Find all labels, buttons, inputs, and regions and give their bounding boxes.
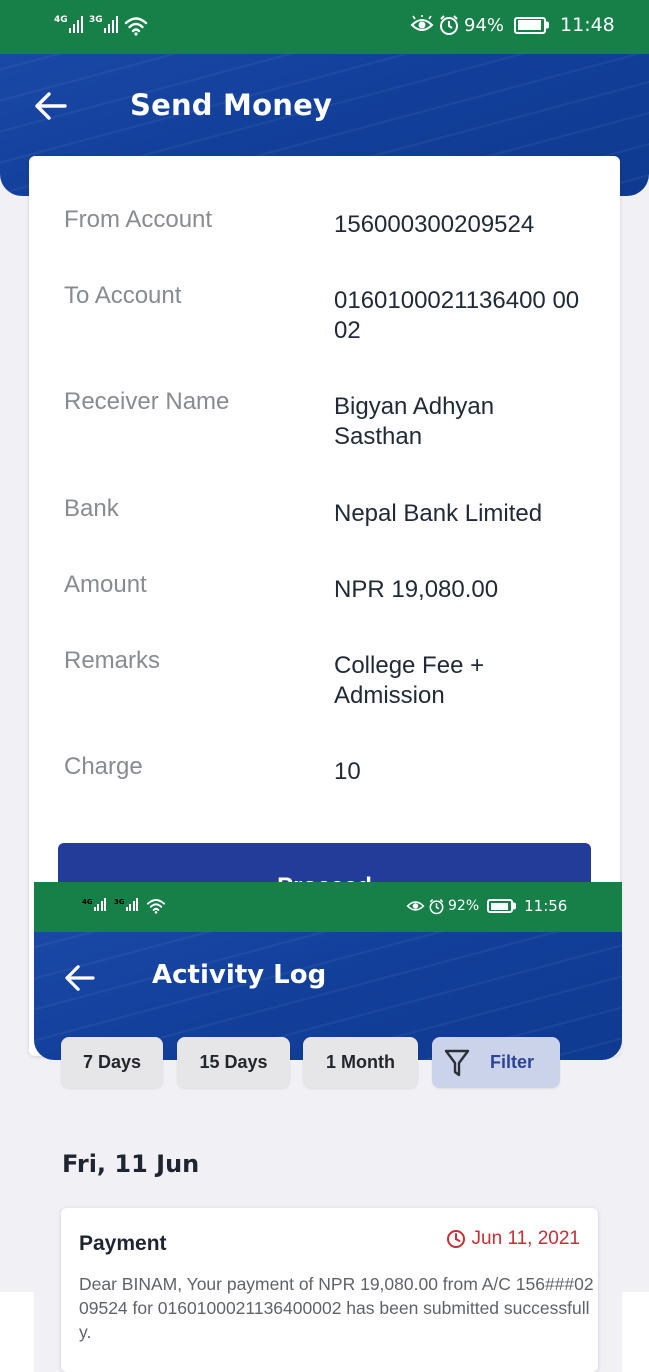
detail-label: Remarks: [64, 647, 161, 674]
signal-4g-icon: 4G: [82, 898, 107, 911]
eye-comfort-icon: [410, 15, 434, 31]
battery-icon: [487, 899, 514, 913]
detail-value: 0160100021136400 0002: [334, 287, 580, 344]
status-bar: 4G 3G 94% 11:48: [0, 0, 649, 54]
entry-date: Jun 11, 2021: [471, 1228, 580, 1249]
status-bar-2: 4G 3G 92% 11:56: [34, 882, 622, 932]
detail-value: NPR 19,080.00: [334, 576, 499, 603]
activity-entry-card[interactable]: Payment Jun 11, 2021 Dear BINAM, Your pa…: [61, 1208, 598, 1372]
detail-label: Amount: [64, 571, 147, 598]
signal-4g-icon: 4G: [54, 16, 84, 33]
filter-button[interactable]: Filter: [432, 1037, 560, 1088]
detail-value: College Fee + Admission: [334, 652, 485, 709]
wifi-icon: [124, 17, 148, 36]
detail-label: From Account: [64, 206, 213, 233]
entry-title: Payment: [79, 1232, 167, 1255]
battery-icon: [514, 16, 547, 34]
clock-icon: [446, 1230, 465, 1248]
page-edge-right-bottom: [622, 1292, 649, 1372]
detail-value: 10: [334, 758, 361, 785]
back-arrow-icon[interactable]: [35, 91, 67, 121]
alarm-icon: [440, 15, 458, 35]
detail-label: Receiver Name: [64, 388, 230, 415]
battery-level: [490, 902, 509, 910]
chip-1-month[interactable]: 1 Month: [303, 1037, 418, 1088]
page-title: Activity Log: [152, 960, 327, 990]
detail-value: 156000300209524: [334, 211, 535, 238]
page-edge-left-bottom: [0, 1292, 34, 1372]
funnel-icon: [444, 1049, 470, 1076]
eye-comfort-icon: [406, 901, 425, 911]
page-title: Send Money: [130, 88, 333, 122]
detail-label: Bank: [64, 495, 119, 522]
clock-time: 11:48: [560, 14, 615, 36]
entry-message: Dear BINAM, Your payment of NPR 19,080.0…: [79, 1274, 594, 1342]
back-arrow-icon[interactable]: [65, 964, 95, 992]
filter-label: Filter: [490, 1052, 535, 1072]
clock-time: 11:56: [524, 897, 568, 915]
chip-7-days[interactable]: 7 Days: [61, 1037, 163, 1088]
battery-percent: 94%: [464, 14, 505, 36]
signal-3g-icon: 3G: [114, 898, 139, 911]
detail-value: Bigyan Adhyan Sasthan: [334, 393, 495, 450]
detail-value: Nepal Bank Limited: [334, 500, 543, 527]
alarm-icon: [429, 898, 444, 914]
date-heading: Fri, 11 Jun: [62, 1150, 200, 1178]
chip-15-days[interactable]: 15 Days: [177, 1037, 290, 1088]
battery-level: [517, 20, 542, 30]
battery-percent: 92%: [448, 898, 480, 914]
signal-3g-icon: 3G: [89, 16, 119, 33]
detail-label: To Account: [64, 282, 182, 309]
wifi-icon: [147, 899, 165, 914]
detail-label: Charge: [64, 753, 143, 780]
